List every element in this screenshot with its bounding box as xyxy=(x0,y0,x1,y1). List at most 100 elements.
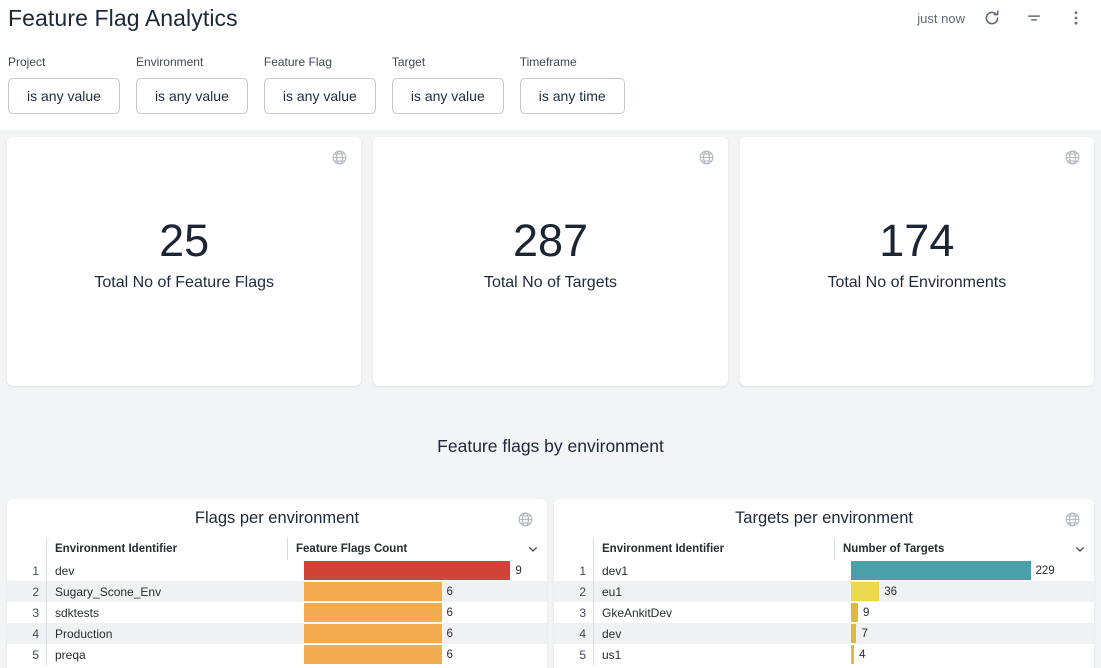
bar-cell[interactable]: 9 xyxy=(834,602,1094,623)
filter-feature-flag: Feature Flag is any value xyxy=(264,55,376,114)
targets-per-environment-card: Targets per environment Environment Iden… xyxy=(554,499,1094,668)
table-body: 1dev92Sugary_Scone_Env63sdktests64Produc… xyxy=(7,560,547,665)
environment-identifier-cell[interactable]: dev1 xyxy=(594,560,834,581)
bar xyxy=(304,603,442,622)
stat-value: 287 xyxy=(513,215,588,267)
row-number-header xyxy=(7,538,47,560)
bar-cell[interactable]: 6 xyxy=(287,623,547,644)
bar-cell[interactable]: 6 xyxy=(287,581,547,602)
bar xyxy=(851,561,1031,580)
environment-identifier-cell[interactable]: Production xyxy=(47,623,287,644)
bar-cell[interactable]: 36 xyxy=(834,581,1094,602)
bar xyxy=(304,624,442,643)
filter-environment: Environment is any value xyxy=(136,55,248,114)
flags-per-environment-card: Flags per environment Environment Identi… xyxy=(7,499,547,668)
table-row: 1dev9 xyxy=(7,560,547,581)
row-number: 4 xyxy=(7,623,47,644)
bar xyxy=(851,582,879,601)
bar-cell[interactable]: 6 xyxy=(287,644,547,665)
chevron-down-icon[interactable] xyxy=(1072,541,1088,557)
row-number: 4 xyxy=(554,623,594,644)
bar-cell[interactable]: 9 xyxy=(287,560,547,581)
table-row: 2eu136 xyxy=(554,581,1094,602)
environment-identifier-cell[interactable]: Sugary_Scone_Env xyxy=(47,581,287,602)
table-row: 3sdktests6 xyxy=(7,602,547,623)
filter-label: Environment xyxy=(136,55,248,69)
table-row: 2Sugary_Scone_Env 6 xyxy=(7,581,547,602)
environment-identifier-cell[interactable]: eu1 xyxy=(594,581,834,602)
bar-cell[interactable]: 7 xyxy=(834,623,1094,644)
table-row: 1dev1229 xyxy=(554,560,1094,581)
bar-value-label: 36 xyxy=(884,586,897,598)
environment-identifier-cell[interactable]: sdktests xyxy=(47,602,287,623)
environment-identifier-header: Environment Identifier xyxy=(47,538,287,560)
bar-cell[interactable]: 6 xyxy=(287,602,547,623)
environment-identifier-cell[interactable]: dev xyxy=(594,623,834,644)
bar xyxy=(851,624,856,643)
globe-icon xyxy=(331,149,348,166)
title-row: Feature Flag Analytics just now xyxy=(8,0,1085,33)
tables-row: Flags per environment Environment Identi… xyxy=(7,499,1094,668)
table-row: 5preqa6 xyxy=(7,644,547,665)
row-number: 1 xyxy=(554,560,594,581)
stats-row: 25 Total No of Feature Flags 287 Total N… xyxy=(7,137,1094,386)
bar-value-label: 9 xyxy=(863,607,869,619)
page-title: Feature Flag Analytics xyxy=(8,3,238,33)
environment-identifier-cell[interactable]: preqa xyxy=(47,644,287,665)
environment-filter-button[interactable]: is any value xyxy=(136,78,248,114)
timeframe-filter-button[interactable]: is any time xyxy=(520,78,625,114)
filter-target: Target is any value xyxy=(392,55,504,114)
feature-flag-filter-button[interactable]: is any value xyxy=(264,78,376,114)
table-row: 4Production6 xyxy=(7,623,547,644)
row-number: 2 xyxy=(7,581,47,602)
globe-icon xyxy=(517,511,534,528)
measure-header: Feature Flags Count xyxy=(287,538,547,560)
target-filter-button[interactable]: is any value xyxy=(392,78,504,114)
page-header: Feature Flag Analytics just now xyxy=(0,0,1101,130)
filter-label: Project xyxy=(8,55,120,69)
bar-value-label: 7 xyxy=(861,628,867,640)
filter-bar: Project is any value Environment is any … xyxy=(8,55,1085,114)
bar-value-label: 6 xyxy=(447,607,453,619)
card-header: Flags per environment xyxy=(7,499,547,538)
stat-card-targets: 287 Total No of Targets xyxy=(373,137,727,386)
table-row: 5us14 xyxy=(554,644,1094,665)
chevron-down-icon[interactable] xyxy=(525,541,541,557)
filter-label: Feature Flag xyxy=(264,55,376,69)
card-title: Targets per environment xyxy=(735,509,913,528)
stat-label: Total No of Targets xyxy=(484,274,617,292)
filter-label: Timeframe xyxy=(520,55,625,69)
stat-label: Total No of Environments xyxy=(827,274,1006,292)
stat-card-feature-flags: 25 Total No of Feature Flags xyxy=(7,137,361,386)
filter-label: Target xyxy=(392,55,504,69)
globe-icon xyxy=(1064,511,1081,528)
stat-value: 174 xyxy=(879,215,954,267)
stat-value: 25 xyxy=(159,215,209,267)
project-filter-button[interactable]: is any value xyxy=(8,78,120,114)
filter-timeframe: Timeframe is any time xyxy=(520,55,625,114)
stat-label: Total No of Feature Flags xyxy=(94,274,274,292)
section-title: Feature flags by environment xyxy=(7,436,1094,457)
refresh-icon[interactable] xyxy=(983,9,1001,27)
bar-cell[interactable]: 4 xyxy=(834,644,1094,665)
measure-header: Number of Targets xyxy=(834,538,1094,560)
bar-value-label: 6 xyxy=(447,586,453,598)
bar xyxy=(304,561,510,580)
globe-icon xyxy=(698,149,715,166)
environment-identifier-cell[interactable]: us1 xyxy=(594,644,834,665)
bar-value-label: 4 xyxy=(859,649,865,661)
targets-table: Environment Identifier Number of Targets… xyxy=(554,538,1094,665)
filter-icon[interactable] xyxy=(1025,9,1043,27)
table-row: 4dev 7 xyxy=(554,623,1094,644)
row-number-header xyxy=(554,538,594,560)
environment-identifier-cell[interactable]: dev xyxy=(47,560,287,581)
bar xyxy=(851,603,858,622)
table-header-row: Environment Identifier Number of Targets xyxy=(554,538,1094,560)
globe-icon xyxy=(1064,149,1081,166)
bar-cell[interactable]: 229 xyxy=(834,560,1094,581)
kebab-menu-icon[interactable] xyxy=(1067,9,1085,27)
environment-identifier-header: Environment Identifier xyxy=(594,538,834,560)
stat-card-environments: 174 Total No of Environments xyxy=(740,137,1094,386)
filter-project: Project is any value xyxy=(8,55,120,114)
environment-identifier-cell[interactable]: GkeAnkitDev xyxy=(594,602,834,623)
